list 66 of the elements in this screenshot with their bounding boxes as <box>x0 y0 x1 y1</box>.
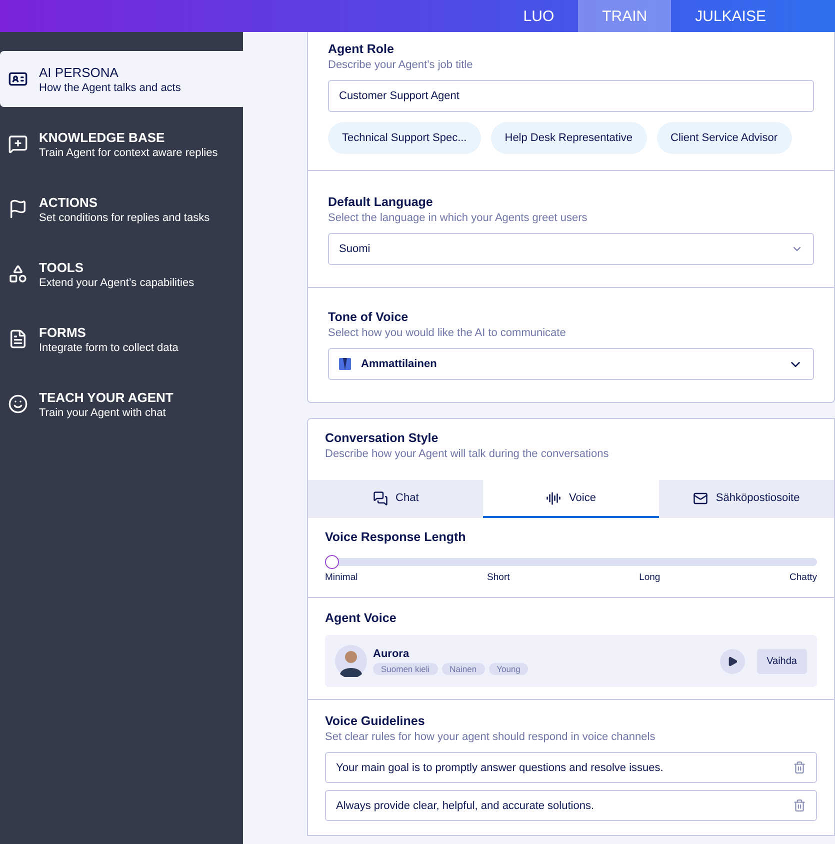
section-title: Conversation Style <box>325 431 440 445</box>
slider-label: Short <box>487 572 510 583</box>
slider-label: Long <box>639 572 660 583</box>
sidebar-item-title: TOOLS <box>39 260 85 274</box>
sidebar-item[interactable]: TOOLS Extend your Agent’s capabilities <box>0 246 243 302</box>
section-title: Agent Voice <box>325 611 398 625</box>
suggestion-chip[interactable]: Technical Support Spec... <box>328 122 481 154</box>
chat-plus-icon <box>8 134 28 154</box>
sidebar-item-subtitle: Extend your Agent’s capabilities <box>39 276 194 288</box>
top-tab[interactable]: JULKAISE <box>671 0 790 32</box>
suit-icon <box>339 358 351 370</box>
suggestion-chip[interactable]: Help Desk Representative <box>490 122 647 154</box>
sidebar-item-title: KNOWLEDGE BASE <box>39 130 166 144</box>
sidebar-item-subtitle: How the Agent talks and acts <box>39 82 181 94</box>
input-field[interactable]: Customer Support Agent <box>328 80 814 112</box>
dropdown-field[interactable]: Suomi <box>328 233 814 265</box>
style-tab[interactable]: Chat <box>308 480 484 518</box>
section-description: Select the language in which your Agents greet users <box>328 212 588 224</box>
play-button[interactable] <box>720 648 745 674</box>
smiley-icon <box>8 394 28 414</box>
section-title: Agent Role <box>328 42 395 56</box>
sidebar-item-title: TEACH YOUR AGENT <box>39 390 174 404</box>
document-icon <box>8 329 28 349</box>
section-description: Describe how your Agent will talk during the conversations <box>325 448 610 460</box>
trash-icon[interactable] <box>793 799 806 812</box>
sidebar-item[interactable]: TEACH YOUR AGENT Train your Agent with chat <box>0 376 243 432</box>
flag-icon <box>8 199 28 219</box>
top-tab[interactable]: LUO <box>499 0 578 32</box>
voice-tag: Nainen <box>442 662 485 674</box>
style-tab[interactable]: Sähköpostiosoite <box>658 480 834 518</box>
section-description: Set clear rules for how your agent should respond in voice channels <box>325 731 656 743</box>
section-title: Default Language <box>328 195 434 209</box>
sidebar-item-title: FORMS <box>39 324 87 340</box>
section-description: Select how you would like the AI to communicate <box>328 327 567 339</box>
slider-label: Chatty <box>790 572 817 583</box>
sidebar-item-subtitle: Train your Agent with chat <box>39 406 167 418</box>
slider-label: Minimal <box>325 572 358 583</box>
guideline-field[interactable]: Always provide clear, helpful, and accurate solutions. <box>325 790 817 821</box>
audio-bars-icon <box>546 490 562 506</box>
envelope-icon <box>692 490 708 506</box>
trash-icon[interactable] <box>793 761 806 774</box>
sidebar-item[interactable]: KNOWLEDGE BASE Train Agent for context aware replies <box>0 116 243 172</box>
sidebar-item[interactable]: ACTIONS Set conditions for replies and tasks <box>0 181 243 237</box>
voice-tag: Young <box>488 662 528 674</box>
shapes-icon <box>8 264 28 284</box>
section-description: Describe your Agent’s job title <box>328 59 474 71</box>
sidebar-item-title: ACTIONS <box>39 194 98 210</box>
avatar <box>335 645 367 677</box>
guideline-field[interactable]: Your main goal is to promptly answer questions and resolve issues. <box>325 752 817 783</box>
sidebar-item-title: AI PERSONA <box>39 64 120 80</box>
section-title: Tone of Voice <box>328 310 410 324</box>
play-icon <box>726 656 738 666</box>
sidebar-item-subtitle: Integrate form to collect data <box>39 342 178 354</box>
voice-name: Aurora <box>373 648 410 660</box>
suggestion-chip[interactable]: Client Service Advisor <box>656 122 792 154</box>
dropdown-field[interactable]: Ammattilainen <box>328 348 814 380</box>
section-title: Voice Response Length <box>325 530 467 544</box>
sidebar-item[interactable]: AI PERSONA How the Agent talks and acts <box>0 51 243 107</box>
sidebar-item-subtitle: Train Agent for context aware replies <box>39 146 218 158</box>
sidebar-item[interactable]: FORMS Integrate form to collect data <box>0 311 243 367</box>
slider-thumb[interactable] <box>325 555 339 569</box>
sidebar-item-subtitle: Set conditions for replies and tasks <box>39 212 210 224</box>
voice-tag: Suomen kieli <box>373 662 438 674</box>
change-voice-button[interactable]: Vaihda <box>756 648 807 674</box>
section-title: Voice Guidelines <box>325 714 426 728</box>
chat-bubbles-icon <box>372 490 388 506</box>
